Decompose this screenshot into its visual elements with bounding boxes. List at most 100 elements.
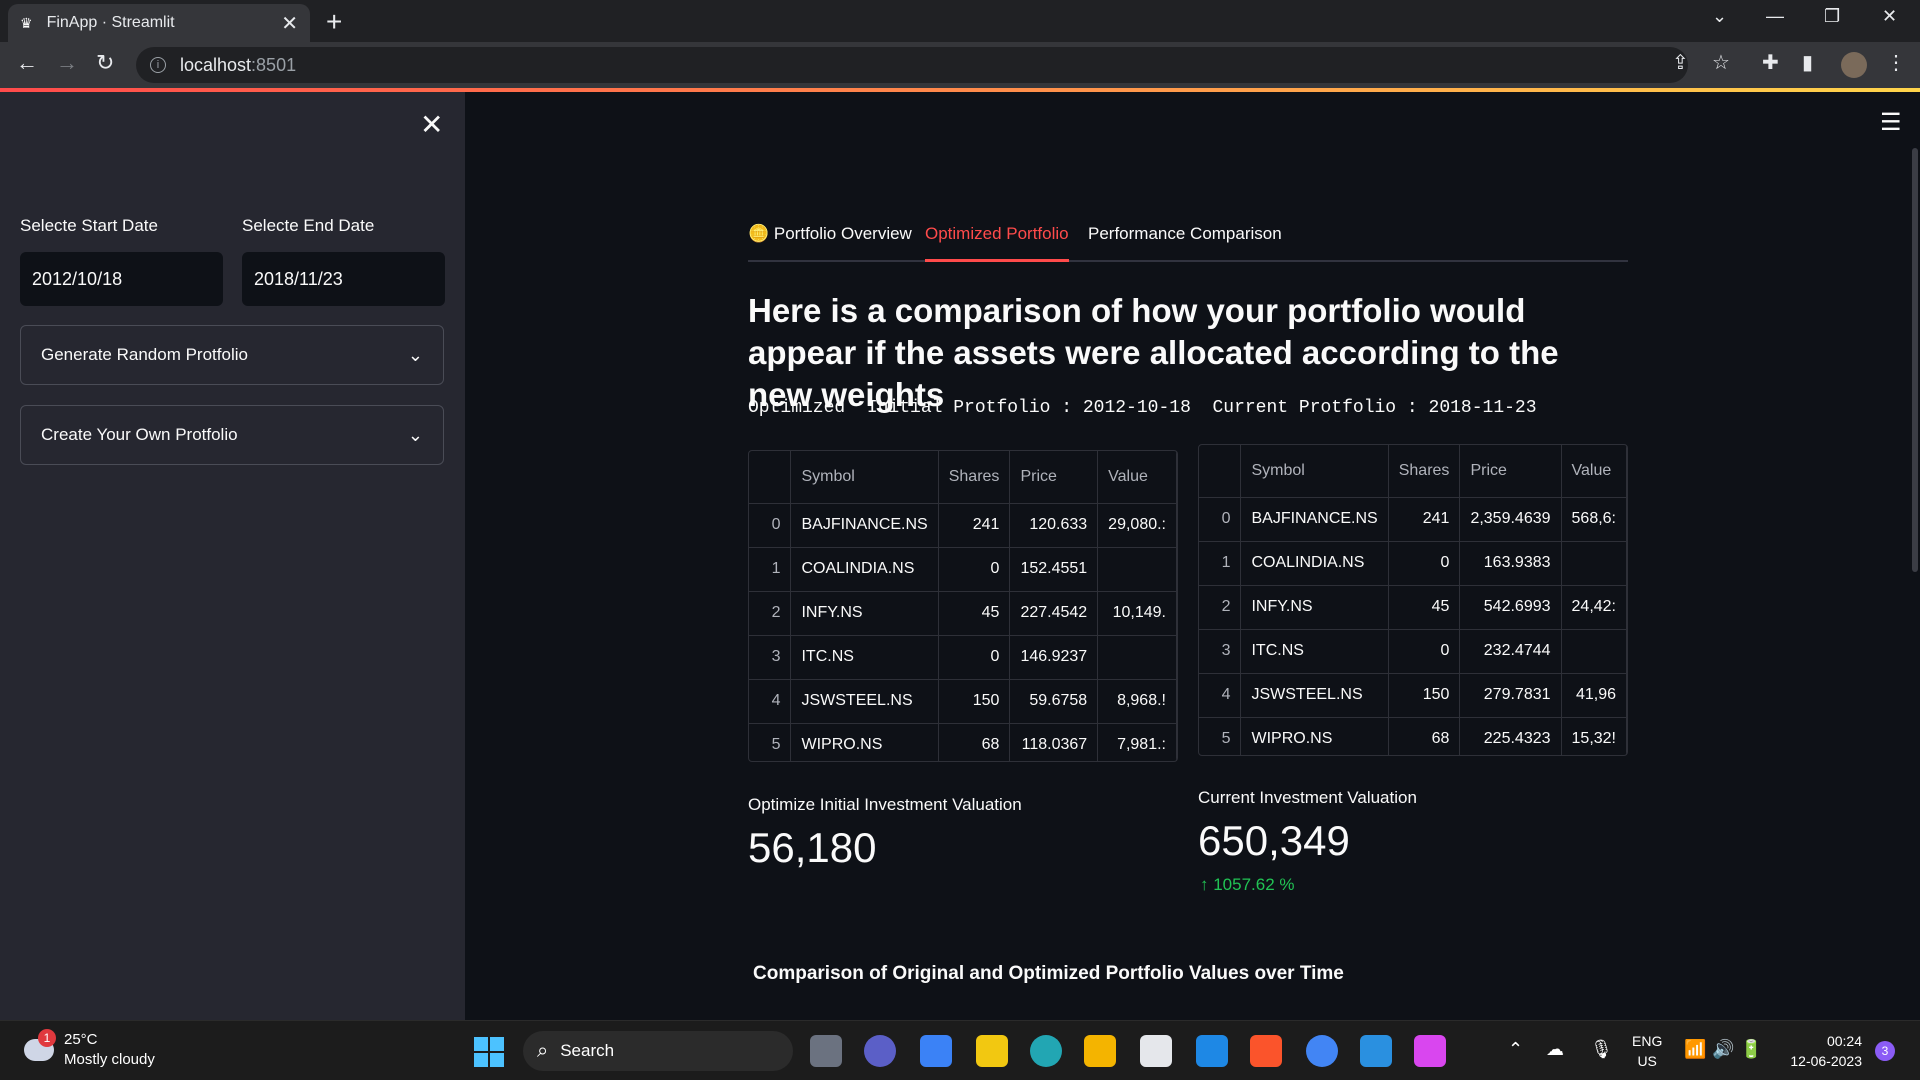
side-panel-icon[interactable]: ▮ — [1802, 50, 1813, 75]
column-header-price[interactable]: Price — [1009, 451, 1099, 504]
symbol-cell[interactable]: COALINDIA.NS — [790, 547, 939, 592]
price-cell[interactable]: 542.6993 — [1459, 585, 1562, 630]
value-cell[interactable] — [1097, 635, 1177, 680]
onedrive-icon[interactable]: ☁ — [1546, 1039, 1564, 1060]
vscode-icon[interactable] — [1360, 1035, 1392, 1067]
tab-performance-comparison[interactable]: Performance Comparison — [1088, 224, 1282, 262]
current-portfolio-table[interactable]: Symbol Shares Price Value 0 BAJFINANCE.NS… — [1198, 444, 1628, 756]
shares-cell[interactable]: 0 — [938, 547, 1011, 592]
shares-cell[interactable]: 0 — [1388, 629, 1461, 674]
microsoft-store-icon[interactable] — [1140, 1035, 1172, 1067]
chrome-menu-icon[interactable]: ⋮ — [1886, 50, 1906, 75]
price-cell[interactable]: 2,359.4639 — [1459, 497, 1562, 542]
browser-tab[interactable]: ♛ FinApp · Streamlit ✕ — [8, 4, 310, 42]
close-window-icon[interactable]: ✕ — [1882, 6, 1897, 27]
symbol-cell[interactable]: JSWSTEEL.NS — [790, 679, 939, 724]
value-cell[interactable]: 24,42: — [1561, 585, 1627, 630]
value-cell[interactable]: 41,96 — [1561, 673, 1627, 718]
new-tab-icon[interactable]: + — [326, 6, 342, 38]
main-menu-icon[interactable]: ☰ — [1880, 108, 1902, 137]
value-cell[interactable] — [1097, 547, 1177, 592]
back-icon[interactable]: ← — [16, 50, 38, 76]
extensions-icon[interactable]: ✚ — [1762, 50, 1779, 75]
value-cell[interactable]: 29,080.: — [1097, 503, 1177, 548]
table-row[interactable]: 4 JSWSTEEL.NS 150 59.6758 8,968.! — [749, 679, 1177, 724]
symbol-cell[interactable]: COALINDIA.NS — [1240, 541, 1389, 586]
symbol-cell[interactable]: BAJFINANCE.NS — [1240, 497, 1389, 542]
forward-icon[interactable]: → — [56, 50, 78, 76]
wifi-icon[interactable]: 📶 — [1684, 1039, 1706, 1060]
table-row[interactable]: 2 INFY.NS 45 227.4542 10,149. — [749, 591, 1177, 636]
profile-avatar[interactable] — [1841, 52, 1867, 78]
value-cell[interactable] — [1561, 541, 1627, 586]
price-cell[interactable]: 120.633 — [1009, 503, 1099, 548]
value-cell[interactable]: 8,968.! — [1097, 679, 1177, 724]
close-sidebar-icon[interactable]: ✕ — [420, 108, 443, 141]
edge-browser-icon[interactable] — [1030, 1035, 1062, 1067]
site-info-icon[interactable]: i — [150, 57, 166, 73]
file-explorer-icon[interactable] — [1084, 1035, 1116, 1067]
shares-cell[interactable]: 45 — [1388, 585, 1461, 630]
row-index[interactable]: 2 — [749, 591, 792, 636]
notification-badge[interactable]: 3 — [1875, 1041, 1895, 1061]
tab-search-icon[interactable]: ⌄ — [1712, 6, 1727, 27]
task-view-icon[interactable] — [810, 1035, 842, 1067]
show-hidden-icons-icon[interactable]: ⌃ — [1508, 1039, 1523, 1060]
row-index[interactable]: 1 — [1199, 541, 1242, 586]
column-header-symbol[interactable]: Symbol — [1240, 445, 1389, 498]
row-index[interactable]: 4 — [749, 679, 792, 724]
symbol-cell[interactable]: WIPRO.NS — [1240, 717, 1389, 755]
teams-chat-icon[interactable] — [864, 1035, 896, 1067]
price-cell[interactable]: 225.4323 — [1459, 717, 1562, 755]
microphone-icon[interactable]: 🎙 — [1590, 1039, 1613, 1060]
clock[interactable]: 00:24 12-06-2023 — [1770, 1031, 1862, 1071]
price-cell[interactable]: 279.7831 — [1459, 673, 1562, 718]
mail-icon[interactable] — [1196, 1035, 1228, 1067]
price-cell[interactable]: 146.9237 — [1009, 635, 1099, 680]
table-row[interactable]: 1 COALINDIA.NS 0 152.4551 — [749, 547, 1177, 592]
column-header-value[interactable]: Value — [1561, 445, 1627, 498]
value-cell[interactable]: 568,6: — [1561, 497, 1627, 542]
table-row[interactable]: 1 COALINDIA.NS 0 163.9383 — [1199, 541, 1627, 586]
shares-cell[interactable]: 241 — [938, 503, 1011, 548]
shares-cell[interactable]: 45 — [938, 591, 1011, 636]
value-cell[interactable]: 10,149. — [1097, 591, 1177, 636]
close-tab-icon[interactable]: ✕ — [281, 11, 298, 36]
column-header-shares[interactable]: Shares — [1388, 445, 1461, 498]
initial-portfolio-table[interactable]: Symbol Shares Price Value 0 BAJFINANCE.NS… — [748, 450, 1178, 762]
table-row[interactable]: 3 ITC.NS 0 232.4744 — [1199, 629, 1627, 674]
brave-browser-icon[interactable] — [1250, 1035, 1282, 1067]
address-bar[interactable]: i localhost :8501 — [136, 47, 1688, 83]
price-cell[interactable]: 227.4542 — [1009, 591, 1099, 636]
price-cell[interactable]: 118.0367 — [1009, 723, 1099, 761]
price-cell[interactable]: 232.4744 — [1459, 629, 1562, 674]
value-cell[interactable]: 7,981.: — [1097, 723, 1177, 761]
tab-portfolio-overview[interactable]: 🪙 Portfolio Overview — [748, 224, 912, 262]
shares-cell[interactable]: 150 — [938, 679, 1011, 724]
app-icon[interactable] — [1414, 1035, 1446, 1067]
symbol-cell[interactable]: BAJFINANCE.NS — [790, 503, 939, 548]
symbol-cell[interactable]: WIPRO.NS — [790, 723, 939, 761]
end-date-input[interactable]: 2018/11/23 — [242, 252, 445, 306]
row-index[interactable]: 1 — [749, 547, 792, 592]
row-index[interactable]: 4 — [1199, 673, 1242, 718]
symbol-cell[interactable]: ITC.NS — [1240, 629, 1389, 674]
shares-cell[interactable]: 68 — [938, 723, 1011, 761]
share-icon[interactable]: ⇪ — [1672, 50, 1689, 75]
symbol-cell[interactable]: ITC.NS — [790, 635, 939, 680]
table-row[interactable]: 2 INFY.NS 45 542.6993 24,42: — [1199, 585, 1627, 630]
scrollbar[interactable] — [1912, 148, 1918, 572]
create-own-portfolio-expander[interactable]: Create Your Own Protfolio ⌄ — [20, 405, 444, 465]
table-row[interactable]: 4 JSWSTEEL.NS 150 279.7831 41,96 — [1199, 673, 1627, 718]
column-header-symbol[interactable]: Symbol — [790, 451, 939, 504]
minimize-icon[interactable]: — — [1766, 6, 1784, 27]
shares-cell[interactable]: 0 — [938, 635, 1011, 680]
price-cell[interactable]: 152.4551 — [1009, 547, 1099, 592]
row-index[interactable]: 0 — [1199, 497, 1242, 542]
taskbar-search[interactable]: ⌕ Search — [523, 1031, 793, 1071]
price-cell[interactable]: 59.6758 — [1009, 679, 1099, 724]
table-row[interactable]: 5 WIPRO.NS 68 118.0367 7,981.: — [749, 723, 1177, 761]
symbol-cell[interactable]: INFY.NS — [790, 591, 939, 636]
value-cell[interactable] — [1561, 629, 1627, 674]
chrome-icon[interactable] — [1306, 1035, 1338, 1067]
